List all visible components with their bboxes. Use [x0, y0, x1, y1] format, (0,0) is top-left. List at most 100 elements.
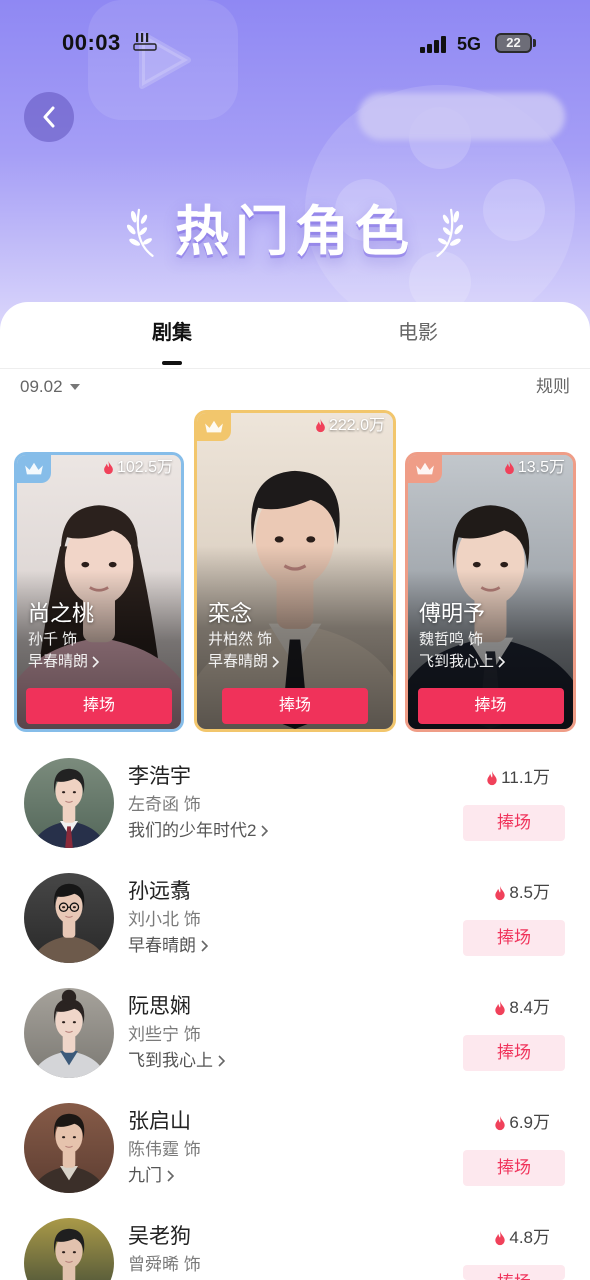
- heat-value: 102.5万: [116, 459, 173, 476]
- top-card-center[interactable]: 222.0万 栾念 井柏然 饰 早春晴朗 捧场: [194, 410, 396, 732]
- rules-link[interactable]: 规则: [536, 376, 570, 398]
- list-item[interactable]: 阮思娴 刘些宁 饰 飞到我心上 8.4万 捧场: [0, 988, 590, 1103]
- actor-name: 井柏然 饰: [208, 631, 273, 648]
- character-name: 李浩宇: [128, 765, 191, 788]
- status-notification-icon: [133, 32, 159, 57]
- crown-badge: [197, 413, 231, 441]
- chevron-left-icon: [43, 106, 55, 128]
- tab-movie[interactable]: 电影: [368, 318, 468, 348]
- actor-name: 陈伟霆 饰: [128, 1140, 201, 1159]
- network-type: 5G: [457, 34, 482, 54]
- tab-drama[interactable]: 剧集: [122, 318, 222, 348]
- show-title: 九门: [128, 1166, 162, 1185]
- title-row: 热门角色: [0, 198, 590, 266]
- cheer-button[interactable]: 捧场: [417, 688, 564, 724]
- date-selector[interactable]: 09.02: [20, 376, 81, 398]
- avatar[interactable]: [24, 1218, 114, 1280]
- chevron-right-icon: [272, 656, 280, 668]
- cheer-button[interactable]: 捧场: [26, 688, 172, 724]
- heat-count: 13.5万: [504, 458, 565, 478]
- character-name: 孙远翥: [128, 880, 191, 903]
- list-item[interactable]: 吴老狗 曾舜晞 饰 4.8万 捧场: [0, 1218, 590, 1280]
- show-link[interactable]: 早春晴朗: [28, 652, 100, 672]
- top-card-left[interactable]: 102.5万 尚之桃 孙千 饰 早春晴朗 捧场: [14, 452, 184, 732]
- date-label: 09.02: [20, 377, 63, 396]
- signal-strength-icon: [420, 36, 448, 53]
- cheer-button[interactable]: 捧场: [463, 920, 565, 956]
- fire-icon: [495, 1000, 506, 1015]
- caret-down-icon: [69, 384, 80, 390]
- actor-name: 曾舜晞 饰: [128, 1255, 201, 1274]
- heat-value: 8.5万: [509, 883, 550, 902]
- fire-icon: [495, 1115, 506, 1130]
- fire-icon: [495, 885, 506, 900]
- show-title: 早春晴朗: [128, 936, 196, 955]
- blurred-menu-area[interactable]: [358, 93, 565, 140]
- header-banner: 00:03 5G 22 热门角色: [0, 0, 590, 340]
- chevron-right-icon: [92, 656, 100, 668]
- chevron-right-icon: [218, 1055, 225, 1067]
- chevron-right-icon: [201, 940, 208, 952]
- actor-name: 左奇函 饰: [128, 795, 201, 814]
- show-link[interactable]: 我们的少年时代2: [128, 820, 269, 842]
- avatar[interactable]: [24, 873, 114, 963]
- list-item[interactable]: 李浩宇 左奇函 饰 我们的少年时代2 11.1万 捧场: [0, 758, 590, 873]
- show-title: 我们的少年时代2: [128, 821, 257, 840]
- show-title: 早春晴朗: [28, 653, 89, 670]
- fire-icon: [104, 461, 113, 475]
- list-item[interactable]: 张启山 陈伟霆 饰 九门 6.9万 捧场: [0, 1103, 590, 1218]
- heat-value: 13.5万: [517, 459, 565, 476]
- crown-badge: [17, 455, 51, 483]
- actor-name: 刘些宁 饰: [128, 1025, 201, 1044]
- avatar[interactable]: [24, 758, 114, 848]
- fire-icon: [487, 770, 497, 785]
- character-name: 尚之桃: [28, 601, 95, 626]
- actor-name: 刘小北 饰: [128, 910, 201, 929]
- fire-icon: [504, 461, 514, 475]
- show-link[interactable]: 早春晴朗: [208, 652, 280, 672]
- actor-name: 魏哲鸣 饰: [419, 631, 484, 648]
- tabs-divider: [0, 368, 590, 369]
- show-title: 飞到我心上: [419, 653, 495, 670]
- heat-value: 222.0万: [328, 417, 385, 434]
- cheer-button[interactable]: 捧场: [463, 1150, 565, 1186]
- heat-count: 6.9万: [494, 1112, 550, 1134]
- heat-value: 11.1万: [501, 768, 550, 787]
- crown-icon: [25, 462, 43, 475]
- fire-icon: [316, 419, 325, 433]
- list-item[interactable]: 孙远翥 刘小北 饰 早春晴朗 8.5万 捧场: [0, 873, 590, 988]
- show-link[interactable]: 飞到我心上: [419, 652, 506, 672]
- heat-count: 8.4万: [494, 997, 550, 1019]
- cheer-button[interactable]: 捧场: [463, 1035, 565, 1071]
- page-title: 热门角色: [175, 202, 415, 262]
- decor-play-icon: [88, 0, 238, 120]
- heat-value: 6.9万: [509, 1113, 550, 1132]
- back-button[interactable]: [24, 92, 74, 142]
- heat-count: 102.5万: [103, 458, 173, 478]
- show-link[interactable]: 飞到我心上: [128, 1050, 225, 1072]
- heat-count: 11.1万: [486, 767, 550, 789]
- laurel-right-icon: [436, 208, 463, 257]
- cheer-button[interactable]: 捧场: [463, 1265, 565, 1280]
- show-title: 早春晴朗: [208, 653, 269, 670]
- avatar[interactable]: [24, 1103, 114, 1193]
- show-link[interactable]: 早春晴朗: [128, 935, 208, 957]
- heat-value: 8.4万: [509, 998, 550, 1017]
- heat-count: 222.0万: [315, 416, 385, 436]
- avatar[interactable]: [24, 988, 114, 1078]
- top-card-right[interactable]: 13.5万 傅明予 魏哲鸣 饰 飞到我心上 捧场: [405, 452, 576, 732]
- fire-icon: [495, 1230, 506, 1245]
- cheer-button[interactable]: 捧场: [222, 688, 368, 724]
- character-name: 傅明予: [419, 601, 486, 626]
- show-link[interactable]: 九门: [128, 1165, 174, 1187]
- active-tab-indicator: [162, 361, 182, 365]
- heat-count: 4.8万: [494, 1227, 550, 1249]
- chevron-right-icon: [261, 825, 269, 837]
- cheer-button[interactable]: 捧场: [463, 805, 565, 841]
- laurel-left-icon: [127, 208, 154, 257]
- crown-badge: [408, 455, 442, 483]
- chevron-right-icon: [167, 1170, 174, 1182]
- heat-count: 8.5万: [494, 882, 550, 904]
- crown-icon: [416, 462, 434, 475]
- character-name: 张启山: [128, 1110, 191, 1133]
